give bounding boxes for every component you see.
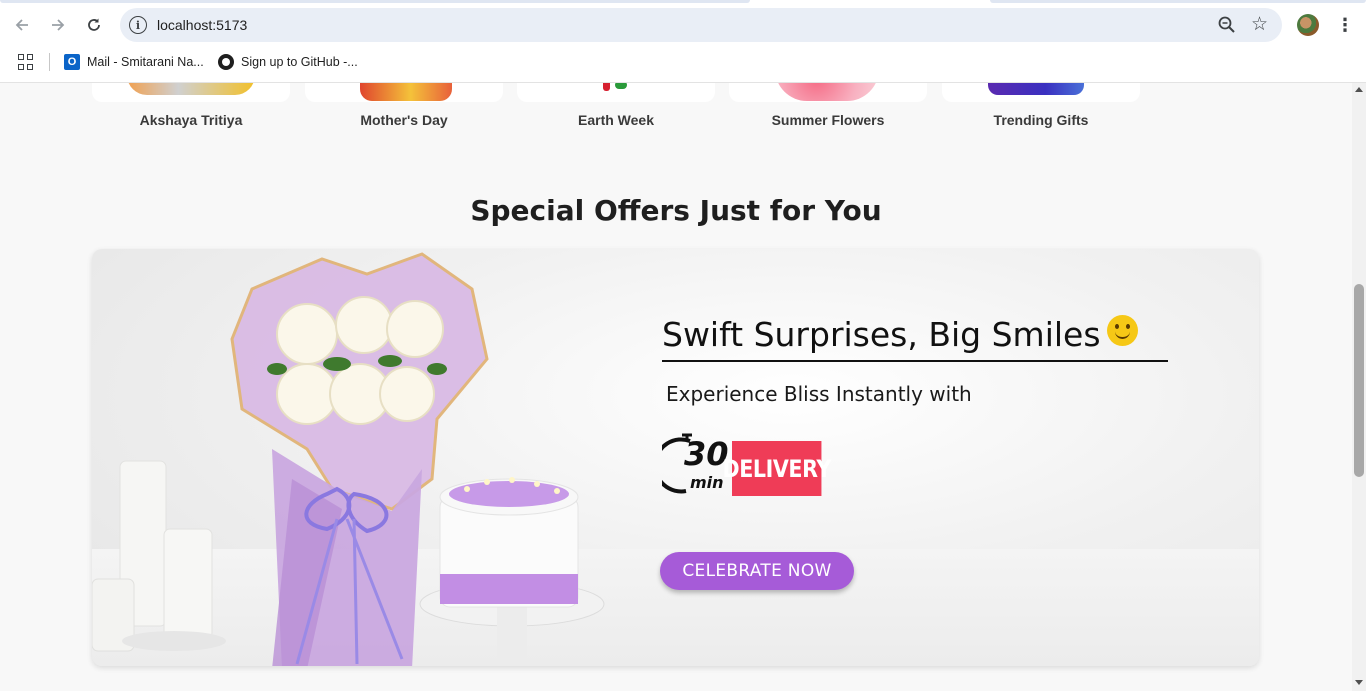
scroll-down-arrow-icon[interactable] <box>1355 680 1363 685</box>
tab-strip <box>0 0 1366 8</box>
scrollbar-thumb[interactable] <box>1354 284 1364 477</box>
occasion-thumbnail <box>775 83 879 101</box>
bookmarks-bar: O Mail - Smitarani Na... Sign up to GitH… <box>0 48 1366 76</box>
occasion-card-image[interactable] <box>305 83 503 102</box>
banner-copy: Swift Surprises, Big Smiles Experience B… <box>662 315 1182 496</box>
delivery-unit: min <box>690 473 724 492</box>
delivery-label: DELIVERY <box>723 441 831 496</box>
occasion-thumbnail <box>360 83 452 101</box>
page-scrollbar[interactable] <box>1352 83 1366 691</box>
delivery-badge: 30 min DELIVERY <box>662 427 842 497</box>
occasion-thumbnail <box>615 83 627 89</box>
occasion-card-image[interactable] <box>942 83 1140 102</box>
apps-grid-icon[interactable] <box>18 54 34 70</box>
banner-subheadline: Experience Bliss Instantly with <box>666 382 972 406</box>
occasion-categories: Akshaya Tritiya Mother's Day Earth Week … <box>92 83 1140 143</box>
occasion-label: Earth Week <box>578 112 654 128</box>
special-offers-title: Special Offers Just for You <box>470 194 882 227</box>
page-content: Akshaya Tritiya Mother's Day Earth Week … <box>0 83 1352 691</box>
arrow-left-icon <box>15 19 28 31</box>
occasion-thumbnail <box>988 83 1084 95</box>
celebrate-now-button[interactable]: CELEBRATE NOW <box>660 552 854 590</box>
github-icon <box>218 54 234 70</box>
url-text[interactable]: localhost:5173 <box>157 17 247 33</box>
banner-headline-text: Swift Surprises, Big Smiles <box>662 315 1101 354</box>
tab-indicator <box>990 0 1366 3</box>
occasion-card-image[interactable] <box>729 83 927 102</box>
occasion-thumbnail <box>603 83 610 91</box>
bookmark-star-icon[interactable]: ☆ <box>1251 13 1268 36</box>
browser-toolbar: i localhost:5173 ☆ ⋮ <box>0 8 1366 42</box>
bookmark-github[interactable]: Sign up to GitHub -... <box>218 52 358 72</box>
bookmark-label: Sign up to GitHub -... <box>241 55 358 69</box>
bouquet-and-cake-illustration <box>92 252 605 666</box>
special-offer-banner[interactable]: Swift Surprises, Big Smiles Experience B… <box>92 249 1259 666</box>
occasion-card-image[interactable] <box>517 83 715 102</box>
occasion-label: Summer Flowers <box>771 112 885 128</box>
site-info-icon[interactable]: i <box>129 16 147 34</box>
banner-headline: Swift Surprises, Big Smiles <box>662 315 1168 362</box>
address-bar[interactable]: i localhost:5173 ☆ <box>120 8 1282 42</box>
forward-button[interactable] <box>43 10 73 40</box>
profile-avatar[interactable] <box>1297 14 1319 36</box>
back-button[interactable] <box>7 10 37 40</box>
occasion-thumbnail <box>127 83 255 95</box>
occasion-label: Mother's Day <box>360 112 448 128</box>
scroll-up-arrow-icon[interactable] <box>1355 87 1363 92</box>
browser-chrome: i localhost:5173 ☆ ⋮ O Mail - Smitarani … <box>0 0 1366 83</box>
tab-indicator <box>0 0 750 3</box>
bookmark-mail[interactable]: O Mail - Smitarani Na... <box>64 52 204 72</box>
reload-button[interactable] <box>79 10 109 40</box>
occasion-label: Trending Gifts <box>993 112 1089 128</box>
bookmarks-divider <box>49 53 50 71</box>
bookmark-label: Mail - Smitarani Na... <box>87 55 204 69</box>
occasion-label: Akshaya Tritiya <box>139 112 243 128</box>
browser-menu-icon[interactable]: ⋮ <box>1336 14 1354 36</box>
occasion-card-image[interactable] <box>92 83 290 102</box>
outlook-icon: O <box>64 54 80 70</box>
reload-icon <box>88 18 100 31</box>
arrow-right-icon <box>52 19 65 31</box>
zoom-icon[interactable] <box>1217 15 1237 35</box>
smiley-icon <box>1106 315 1138 346</box>
